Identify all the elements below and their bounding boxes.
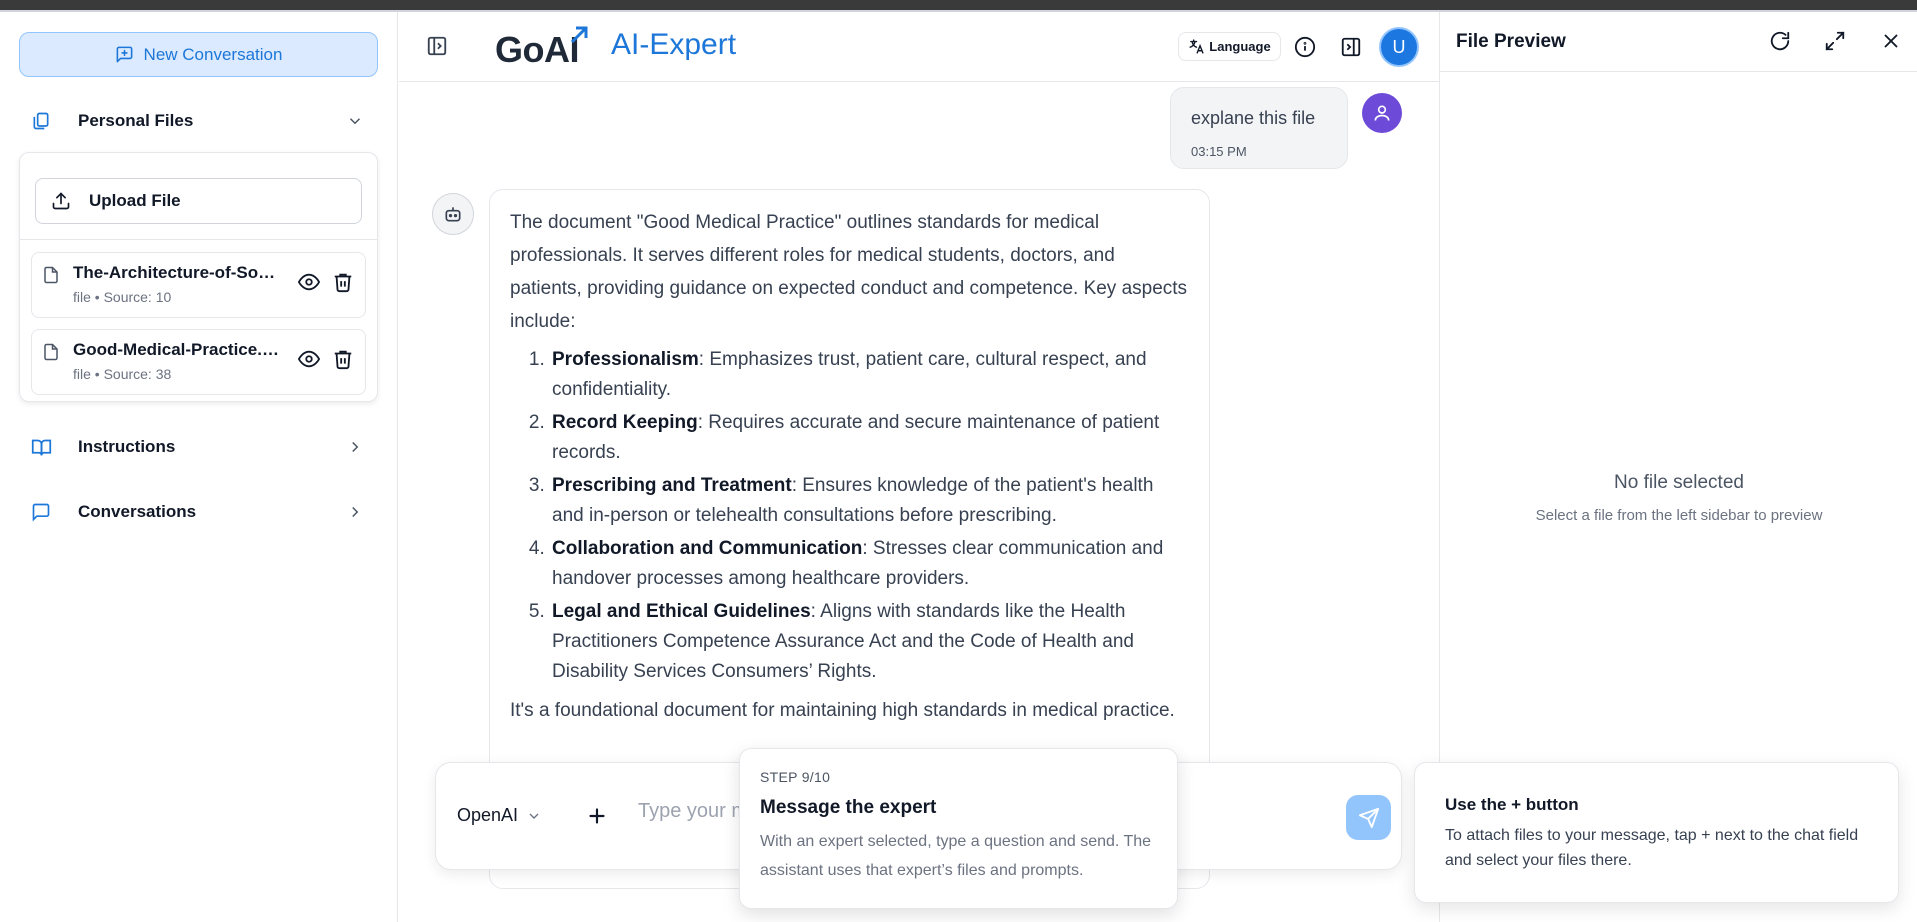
empty-preview-title: No file selected bbox=[1614, 472, 1744, 493]
app-title: AI-Expert bbox=[611, 28, 737, 61]
list-item: Collaboration and Communication: Stresse… bbox=[550, 534, 1189, 594]
personal-files-toggle[interactable]: Personal Files bbox=[30, 106, 370, 136]
onboarding-tour-popover: STEP 9/10 Message the expert With an exp… bbox=[739, 748, 1178, 909]
attach-plus-button[interactable] bbox=[584, 803, 610, 829]
translate-icon bbox=[1189, 39, 1204, 54]
upload-file-button[interactable]: Upload File bbox=[35, 178, 362, 224]
instructions-toggle[interactable]: Instructions bbox=[30, 432, 370, 462]
chevron-right-icon bbox=[352, 441, 359, 453]
panel-divider bbox=[20, 239, 377, 240]
tour-step-counter: STEP 9/10 bbox=[760, 769, 831, 785]
upload-file-label: Upload File bbox=[89, 191, 181, 210]
send-icon bbox=[1358, 807, 1379, 828]
list-item: Record Keeping: Requires accurate and se… bbox=[550, 408, 1189, 468]
tip-title: Use the + button bbox=[1445, 795, 1579, 814]
file-icon bbox=[44, 266, 58, 284]
personal-files-label: Personal Files bbox=[78, 111, 194, 130]
conversations-toggle[interactable]: Conversations bbox=[30, 497, 370, 527]
bot-message-outro: It's a foundational document for maintai… bbox=[510, 700, 1175, 721]
personal-files-panel: Upload File The-Architecture-of-Sovereig… bbox=[19, 152, 378, 402]
sidebar-toggle-icon[interactable] bbox=[426, 35, 448, 57]
file-item[interactable]: The-Architecture-of-Sovereignty.pdf file… bbox=[31, 252, 366, 318]
user-message-text: explane this file bbox=[1191, 108, 1316, 128]
expand-icon[interactable] bbox=[1824, 30, 1846, 52]
language-label: Language bbox=[1209, 39, 1271, 54]
file-icon bbox=[44, 343, 58, 361]
tour-body: With an expert selected, type a question… bbox=[760, 833, 1152, 879]
new-conversation-label: New Conversation bbox=[143, 44, 283, 64]
upload-icon bbox=[52, 192, 70, 210]
file-preview-header: File Preview bbox=[1440, 12, 1917, 72]
point-title: Record Keeping bbox=[552, 412, 698, 433]
chevron-right-icon bbox=[352, 506, 359, 518]
model-label: OpenAI bbox=[457, 805, 519, 825]
bot-avatar bbox=[432, 193, 474, 235]
new-message-icon bbox=[116, 46, 132, 63]
chevron-down-icon bbox=[349, 118, 361, 125]
list-item: Prescribing and Treatment: Ensures knowl… bbox=[550, 471, 1189, 531]
new-conversation-button[interactable]: New Conversation bbox=[19, 32, 378, 77]
app-header: GoAI AI-Expert Language U bbox=[399, 12, 1439, 82]
goai-logo: GoAI bbox=[495, 24, 588, 70]
conversations-label: Conversations bbox=[78, 502, 197, 521]
files-icon bbox=[30, 110, 52, 132]
logo-arrow-icon bbox=[570, 26, 588, 44]
trash-icon[interactable] bbox=[332, 348, 354, 370]
model-selector[interactable]: OpenAI bbox=[457, 805, 542, 826]
chevron-down-icon bbox=[529, 813, 539, 819]
eye-icon[interactable] bbox=[298, 348, 320, 370]
attach-tip-card: Use the + button To attach files to your… bbox=[1414, 762, 1899, 903]
user-icon bbox=[1374, 105, 1390, 121]
eye-icon[interactable] bbox=[298, 271, 320, 293]
trash-icon[interactable] bbox=[332, 271, 354, 293]
list-item: Professionalism: Emphasizes trust, patie… bbox=[550, 345, 1189, 405]
user-message: explane this file 03:15 PM bbox=[1170, 87, 1348, 169]
book-icon bbox=[30, 436, 52, 458]
close-icon[interactable] bbox=[1880, 30, 1902, 52]
logo-text: GoAI bbox=[495, 29, 580, 70]
point-title: Professionalism bbox=[552, 349, 699, 370]
bot-icon bbox=[445, 207, 461, 222]
point-title: Prescribing and Treatment bbox=[552, 475, 792, 496]
empty-preview-hint: Select a file from the left sidebar to p… bbox=[1535, 507, 1823, 524]
file-preview-title: File Preview bbox=[1456, 31, 1566, 52]
tour-title: Message the expert bbox=[760, 797, 937, 818]
file-meta: file • Source: 10 bbox=[73, 289, 172, 305]
list-item: Legal and Ethical Guidelines: Aligns wit… bbox=[550, 597, 1189, 687]
info-icon[interactable] bbox=[1294, 36, 1316, 58]
chat-bubble-icon bbox=[30, 501, 52, 523]
file-name: The-Architecture-of-Sovereignty.pdf bbox=[73, 263, 281, 282]
bot-message-list: Professionalism: Emphasizes trust, patie… bbox=[510, 345, 1189, 687]
left-sidebar: New Conversation Personal Files Upload F… bbox=[0, 12, 398, 922]
point-title: Collaboration and Communication bbox=[552, 538, 863, 559]
user-avatar-small bbox=[1362, 93, 1402, 133]
file-item[interactable]: Good-Medical-Practice.pdf file • Source:… bbox=[31, 329, 366, 395]
language-button[interactable]: Language bbox=[1178, 32, 1281, 61]
point-title: Legal and Ethical Guidelines bbox=[552, 601, 811, 622]
instructions-label: Instructions bbox=[78, 437, 176, 456]
file-meta: file • Source: 38 bbox=[73, 366, 172, 382]
panel-toggle-icon[interactable] bbox=[1340, 36, 1362, 58]
bot-message-intro: The document "Good Medical Practice" out… bbox=[510, 212, 1188, 332]
send-button[interactable] bbox=[1346, 795, 1391, 840]
file-name: Good-Medical-Practice.pdf bbox=[73, 340, 281, 359]
refresh-icon[interactable] bbox=[1769, 30, 1791, 52]
tip-body: To attach files to your message, tap + n… bbox=[1445, 827, 1859, 869]
user-avatar[interactable]: U bbox=[1379, 27, 1419, 67]
window-top-strip bbox=[0, 0, 1917, 12]
message-timestamp: 03:15 PM bbox=[1191, 144, 1247, 159]
